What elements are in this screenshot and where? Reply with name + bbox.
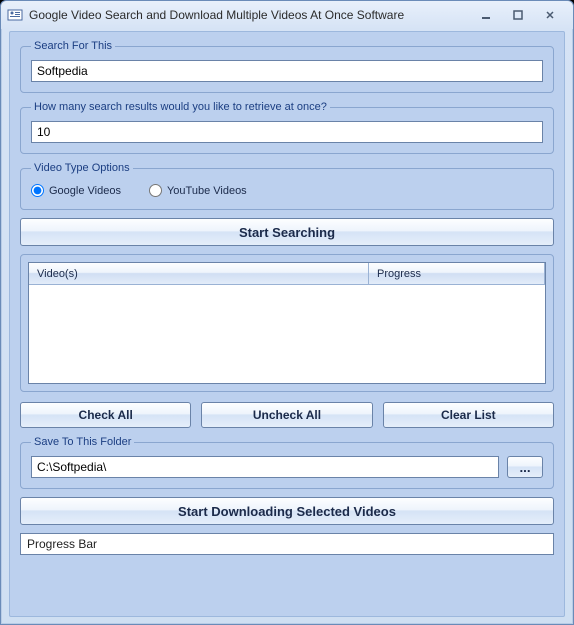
browse-folder-button[interactable]: ... bbox=[507, 456, 543, 478]
uncheck-all-button[interactable]: Uncheck All bbox=[201, 402, 372, 428]
video-type-radio-row: Google Videos YouTube Videos bbox=[31, 182, 543, 199]
list-action-row: Check All Uncheck All Clear List bbox=[20, 402, 554, 428]
titlebar[interactable]: Google Video Search and Download Multipl… bbox=[1, 1, 573, 29]
app-icon bbox=[7, 7, 23, 23]
listview-header: Video(s) Progress bbox=[29, 263, 545, 285]
save-folder-legend: Save To This Folder bbox=[31, 436, 134, 448]
results-legend: How many search results would you like t… bbox=[31, 101, 330, 113]
client-area: Search For This How many search results … bbox=[9, 31, 565, 617]
start-downloading-button[interactable]: Start Downloading Selected Videos bbox=[20, 497, 554, 525]
radio-youtube-label: YouTube Videos bbox=[167, 185, 247, 197]
save-folder-group: Save To This Folder ... bbox=[20, 436, 554, 489]
column-videos[interactable]: Video(s) bbox=[29, 263, 369, 284]
progress-bar: Progress Bar bbox=[20, 533, 554, 555]
app-window: Google Video Search and Download Multipl… bbox=[0, 0, 574, 625]
listview-body[interactable] bbox=[29, 285, 545, 384]
window-controls bbox=[475, 8, 567, 22]
close-button[interactable] bbox=[539, 8, 561, 22]
results-count-input[interactable] bbox=[31, 121, 543, 143]
video-type-group: Video Type Options Google Videos YouTube… bbox=[20, 162, 554, 210]
results-list-panel: Video(s) Progress bbox=[20, 254, 554, 392]
radio-google-videos-input[interactable] bbox=[31, 184, 44, 197]
window-title: Google Video Search and Download Multipl… bbox=[29, 8, 475, 22]
search-group: Search For This bbox=[20, 40, 554, 93]
folder-row: ... bbox=[31, 456, 543, 478]
start-searching-button[interactable]: Start Searching bbox=[20, 218, 554, 246]
radio-youtube-videos-input[interactable] bbox=[149, 184, 162, 197]
clear-list-button[interactable]: Clear List bbox=[383, 402, 554, 428]
search-legend: Search For This bbox=[31, 40, 115, 52]
radio-google-videos[interactable]: Google Videos bbox=[31, 184, 121, 197]
progress-bar-label: Progress Bar bbox=[27, 537, 97, 551]
search-input[interactable] bbox=[31, 60, 543, 82]
column-progress[interactable]: Progress bbox=[369, 263, 545, 284]
maximize-button[interactable] bbox=[507, 8, 529, 22]
results-count-group: How many search results would you like t… bbox=[20, 101, 554, 154]
video-type-legend: Video Type Options bbox=[31, 162, 133, 174]
save-folder-input[interactable] bbox=[31, 456, 499, 478]
radio-youtube-videos[interactable]: YouTube Videos bbox=[149, 184, 247, 197]
radio-google-label: Google Videos bbox=[49, 185, 121, 197]
check-all-button[interactable]: Check All bbox=[20, 402, 191, 428]
results-listview[interactable]: Video(s) Progress bbox=[28, 262, 546, 384]
minimize-button[interactable] bbox=[475, 8, 497, 22]
